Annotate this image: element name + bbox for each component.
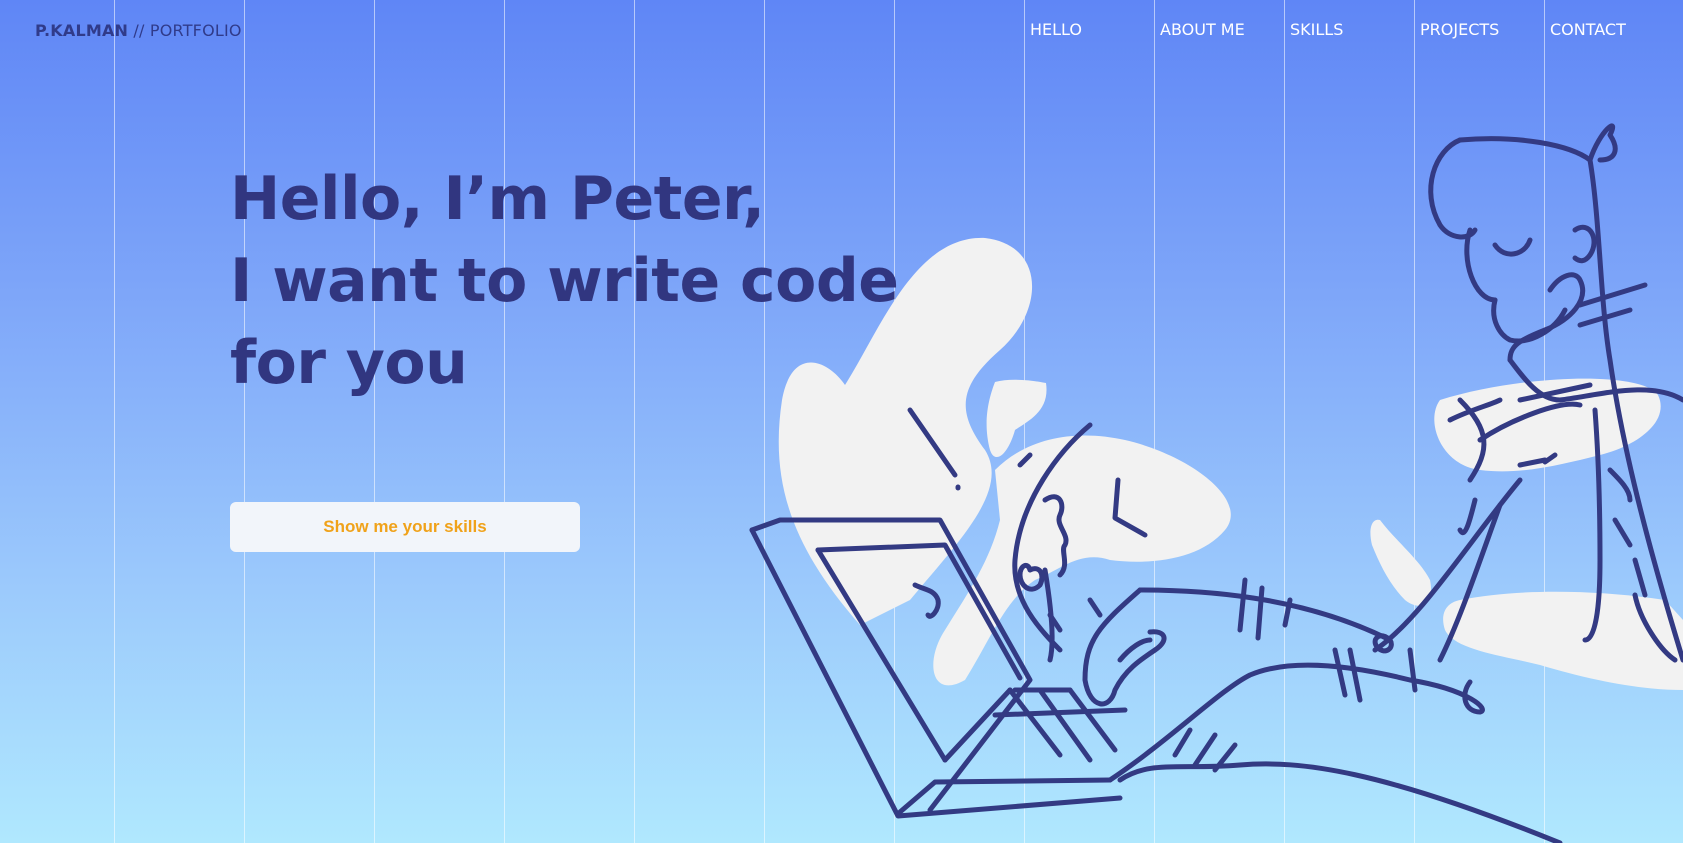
grid-line bbox=[634, 0, 635, 843]
grid-line bbox=[1154, 0, 1155, 843]
grid-line bbox=[504, 0, 505, 843]
hero-heading-line: I want to write code bbox=[230, 246, 899, 316]
hero-heading-line: Hello, I’m Peter, bbox=[230, 164, 765, 234]
nav-item-about-me[interactable]: ABOUT ME bbox=[1160, 20, 1245, 39]
show-skills-button[interactable]: Show me your skills bbox=[230, 502, 580, 552]
hero-heading-line: for you bbox=[230, 328, 468, 398]
background-grid bbox=[0, 0, 1683, 843]
nav-item-hello[interactable]: HELLO bbox=[1030, 20, 1082, 39]
grid-line bbox=[114, 0, 115, 843]
hero-heading: Hello, I’m Peter, I want to write code f… bbox=[230, 158, 899, 404]
nav-item-skills[interactable]: SKILLS bbox=[1290, 20, 1343, 39]
nav-item-contact[interactable]: CONTACT bbox=[1550, 20, 1626, 39]
grid-line bbox=[1414, 0, 1415, 843]
nav-item-projects[interactable]: PROJECTS bbox=[1420, 20, 1499, 39]
grid-line bbox=[1024, 0, 1025, 843]
grid-line bbox=[374, 0, 375, 843]
grid-line bbox=[1284, 0, 1285, 843]
main-nav: HELLO ABOUT ME SKILLS PROJECTS CONTACT bbox=[0, 20, 1683, 44]
person-typing-on-laptop-icon bbox=[749, 123, 1683, 843]
grid-line bbox=[894, 0, 895, 843]
grid-line bbox=[1544, 0, 1545, 843]
grid-line bbox=[764, 0, 765, 843]
grid-line bbox=[244, 0, 245, 843]
